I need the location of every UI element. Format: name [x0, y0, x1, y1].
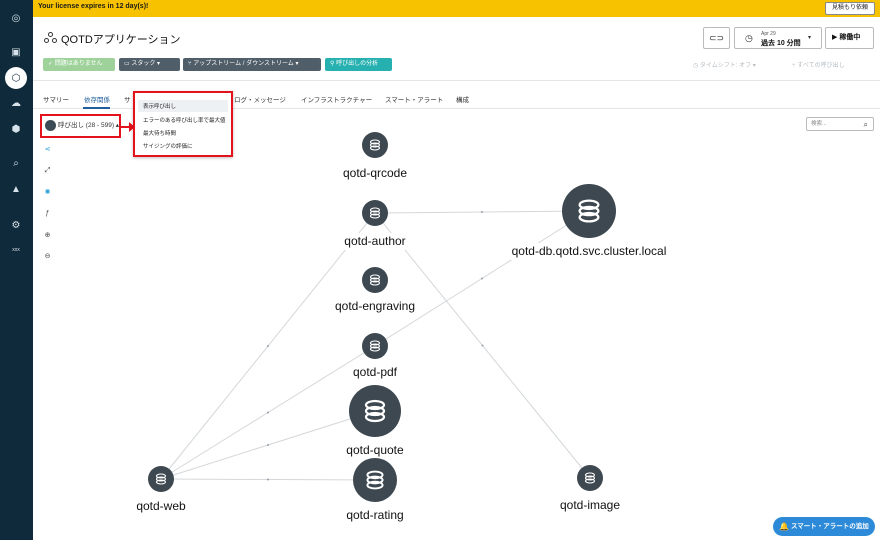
zoom-out-icon[interactable]: ⊖ — [42, 250, 53, 261]
node-image[interactable]: qotd-image — [554, 465, 626, 514]
node-engraving[interactable]: qotd-engraving — [329, 267, 421, 315]
edge-midpoint — [481, 344, 484, 347]
node-circle[interactable] — [349, 385, 401, 437]
metric-icon — [45, 119, 56, 131]
dropdown-item-error-rate[interactable]: エラーのある呼び出し率で最大値 — [143, 116, 226, 124]
node-label: qotd-engraving — [335, 299, 415, 313]
highlight-icon[interactable]: ✺ — [42, 186, 53, 197]
node-qrcode[interactable]: qotd-qrcode — [337, 132, 413, 182]
node-quote[interactable]: qotd-quote — [341, 385, 409, 459]
zoom-in-icon[interactable]: ⊕ — [42, 229, 53, 240]
node-web[interactable]: qotd-web — [131, 466, 191, 515]
node-circle[interactable] — [577, 465, 603, 491]
node-circle[interactable] — [148, 466, 174, 492]
layout-tree-icon[interactable]: ⋖ — [42, 143, 53, 154]
node-label: qotd-pdf — [353, 365, 398, 379]
layout-free-icon[interactable]: ⤢ — [42, 165, 53, 176]
node-label: qotd-author — [344, 234, 405, 248]
node-label: qotd-rating — [346, 508, 403, 522]
node-circle[interactable] — [362, 267, 388, 293]
node-author[interactable]: qotd-author — [339, 200, 411, 250]
node-label: qotd-quote — [346, 443, 404, 457]
dropdown-item-calls[interactable]: 表示呼び出し — [138, 100, 228, 112]
node-pdf[interactable]: qotd-pdf — [347, 333, 403, 381]
node-db[interactable]: qotd-db.qotd.svc.cluster.local — [506, 184, 672, 260]
node-circle[interactable] — [353, 458, 397, 502]
add-smart-alert-label: スマート・アラートの追加 — [791, 523, 869, 530]
node-label: qotd-web — [136, 499, 186, 513]
node-rating[interactable]: qotd-rating — [341, 458, 409, 524]
edge-midpoint — [267, 444, 269, 446]
edge-midpoint — [267, 411, 269, 414]
dropdown-item-sizing[interactable]: サイジングの評価に — [143, 142, 193, 150]
calls-metric-selector[interactable]: 呼び出し (28 - 599) ▴ — [40, 114, 121, 138]
bell-icon: 🔔 — [779, 522, 789, 531]
edge-midpoint — [481, 277, 483, 280]
edge-midpoint — [481, 211, 483, 213]
edge-midpoint — [267, 478, 269, 481]
node-circle[interactable] — [562, 184, 616, 238]
node-circle[interactable] — [362, 200, 388, 226]
node-label: qotd-qrcode — [343, 166, 407, 180]
add-smart-alert-button[interactable]: 🔔 スマート・アラートの追加 — [773, 517, 875, 536]
search-placeholder: 検索... — [811, 121, 827, 127]
node-circle[interactable] — [362, 333, 388, 359]
graph-search-input[interactable]: 検索... ⌕ — [806, 117, 874, 131]
calls-selector-label: 呼び出し (28 - 599) — [58, 122, 114, 129]
dependency-graph[interactable]: qotd-qrcode qotd-author qotd-engraving qotd… — [0, 0, 880, 540]
dropdown-item-latency[interactable]: 最大待ち時間 — [143, 129, 176, 137]
edge-midpoint — [267, 345, 269, 347]
filter-icon[interactable]: ƒ — [42, 208, 53, 219]
node-label: qotd-image — [560, 498, 620, 512]
search-icon: ⌕ — [863, 120, 868, 129]
metric-dropdown: 表示呼び出し エラーのある呼び出し率で最大値 最大待ち時間 サイジングの評価に — [133, 91, 233, 157]
node-label: qotd-db.qotd.svc.cluster.local — [512, 244, 667, 258]
node-circle[interactable] — [362, 132, 388, 158]
